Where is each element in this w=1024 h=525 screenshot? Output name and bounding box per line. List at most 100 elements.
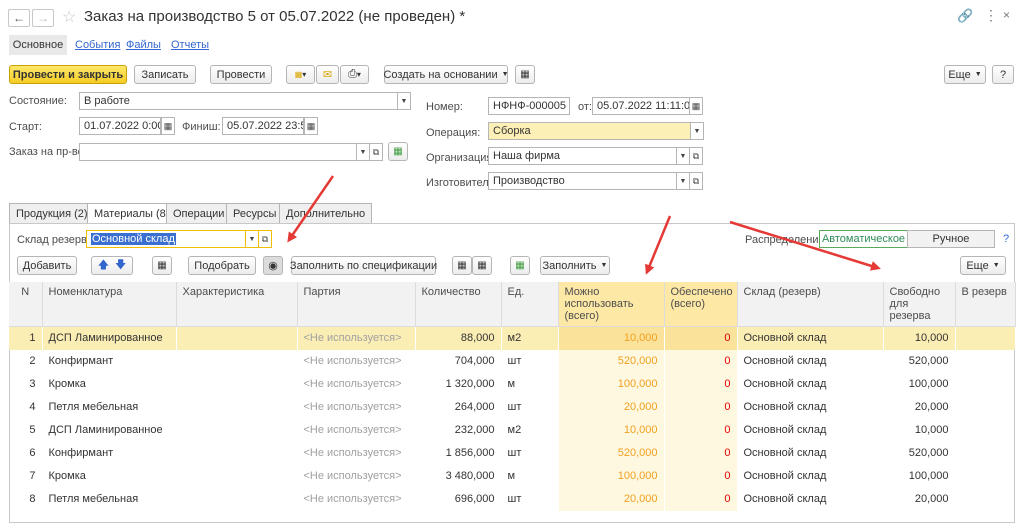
cell-res[interactable] <box>955 350 1015 373</box>
cell-free[interactable]: 100,000 <box>883 465 955 488</box>
cell-free[interactable]: 520,000 <box>883 350 955 373</box>
cell-prov[interactable]: 0 <box>664 326 737 350</box>
table-row[interactable]: 4 Петля мебельная <Не используется> 264,000… <box>9 395 1015 419</box>
cell-wh[interactable]: Основной склад <box>737 326 883 350</box>
dist-manual-toggle[interactable]: Ручное <box>907 230 995 248</box>
table-row[interactable]: 6 Конфирмант <Не используется> 1 856,000 шт 5… <box>9 441 1015 465</box>
cell-item[interactable]: Петля мебельная <box>42 396 176 419</box>
cell-n[interactable]: 6 <box>9 442 42 465</box>
add-button[interactable]: Добавить <box>17 256 77 275</box>
cell-prov[interactable]: 0 <box>664 395 737 419</box>
cell-avail[interactable]: 100,000 <box>558 372 664 396</box>
cell-char[interactable] <box>176 396 297 419</box>
maker-dropdown-icon[interactable]: ▼ <box>676 172 690 190</box>
print-button[interactable]: ⎙ ▾ <box>340 65 369 84</box>
cell-free[interactable]: 520,000 <box>883 442 955 465</box>
forward-button[interactable]: → <box>32 9 54 27</box>
cell-wh[interactable]: Основной склад <box>737 465 883 488</box>
cell-prov[interactable]: 0 <box>664 487 737 511</box>
cell-qty[interactable]: 1 856,000 <box>415 442 501 465</box>
cell-res[interactable] <box>955 488 1015 511</box>
col-free[interactable]: Свободно для резерва <box>883 282 956 327</box>
col-n[interactable]: N <box>9 282 43 327</box>
cell-qty[interactable]: 232,000 <box>415 419 501 442</box>
tab-materials[interactable]: Материалы (8) <box>87 203 177 224</box>
cell-n[interactable]: 1 <box>9 326 42 350</box>
finish-field[interactable]: 05.07.2022 23:59 <box>222 117 304 135</box>
warehouse-field[interactable]: Основной склад <box>86 230 246 248</box>
mail-button[interactable]: ✉ <box>316 65 339 84</box>
cell-avail[interactable]: 10,000 <box>558 418 664 442</box>
operation-field[interactable]: Сборка <box>488 122 691 140</box>
table-row[interactable]: 3 Кромка <Не используется> 1 320,000 м 100,00… <box>9 372 1015 396</box>
cell-qty[interactable]: 88,000 <box>415 326 501 350</box>
link-icon[interactable]: 🔗 <box>957 8 973 24</box>
cell-item[interactable]: Кромка <box>42 465 176 488</box>
cell-batch[interactable]: <Не используется> <box>297 350 415 373</box>
cell-n[interactable]: 3 <box>9 373 42 396</box>
cell-wh[interactable]: Основной склад <box>737 488 883 511</box>
structure-button[interactable]: ▦ <box>515 65 535 84</box>
cell-char[interactable] <box>176 326 297 350</box>
back-button[interactable]: ← <box>8 9 30 27</box>
pick-button[interactable]: Подобрать <box>188 256 256 275</box>
col-avail[interactable]: Можно использовать (всего) <box>558 282 665 327</box>
cell-batch[interactable]: <Не используется> <box>297 488 415 511</box>
cell-batch[interactable]: <Не используется> <box>297 326 415 350</box>
cell-wh[interactable]: Основной склад <box>737 442 883 465</box>
col-batch[interactable]: Партия <box>297 282 416 327</box>
cell-unit[interactable]: м <box>501 465 558 488</box>
cell-free[interactable]: 10,000 <box>883 419 955 442</box>
cell-avail[interactable]: 20,000 <box>558 487 664 511</box>
cell-qty[interactable]: 704,000 <box>415 350 501 373</box>
document-icon-button[interactable]: ▦ ▾ <box>286 65 315 84</box>
help-icon[interactable]: ? <box>1003 233 1009 245</box>
add-order-button[interactable]: ▦ <box>388 142 408 161</box>
state-field[interactable]: В работе <box>79 92 399 110</box>
cell-res[interactable] <box>955 465 1015 488</box>
cell-wh[interactable]: Основной склад <box>737 373 883 396</box>
order-field[interactable] <box>79 143 357 161</box>
cell-item[interactable]: ДСП Ламинированное <box>42 419 176 442</box>
cell-unit[interactable]: шт <box>501 488 558 511</box>
org-field[interactable]: Наша фирма <box>488 147 677 165</box>
cell-char[interactable] <box>176 373 297 396</box>
open-icon[interactable]: ⧉ <box>369 143 383 161</box>
open-icon[interactable]: ⧉ <box>258 230 272 248</box>
cell-wh[interactable]: Основной склад <box>737 419 883 442</box>
post-button[interactable]: Провести <box>210 65 272 84</box>
col-char[interactable]: Характеристика <box>176 282 298 327</box>
create-based-on-button[interactable]: Создать на основании ▼ <box>383 65 509 84</box>
cell-res[interactable] <box>955 442 1015 465</box>
warehouse-dropdown-icon[interactable]: ▼ <box>245 230 259 248</box>
calendar-icon[interactable]: ▦ <box>689 97 703 115</box>
col-reserve[interactable]: В резерв <box>955 282 1016 327</box>
col-provided[interactable]: Обеспечено (всего) <box>664 282 738 327</box>
open-icon[interactable]: ⧉ <box>689 172 703 190</box>
help-button[interactable]: ? <box>992 65 1014 84</box>
cell-free[interactable]: 10,000 <box>883 326 955 350</box>
paste-button[interactable]: ▦ <box>472 256 492 275</box>
maker-field[interactable]: Производство <box>488 172 677 190</box>
col-item[interactable]: Номенклатура <box>42 282 177 327</box>
nav-tab-main[interactable]: Основное <box>9 35 67 55</box>
table-more-button[interactable]: Еще ▼ <box>960 256 1006 275</box>
col-qty[interactable]: Количество <box>415 282 502 327</box>
cell-avail[interactable]: 20,000 <box>558 395 664 419</box>
cell-free[interactable]: 20,000 <box>883 396 955 419</box>
table-row[interactable]: 2 Конфирмант <Не используется> 704,000 шт 520… <box>9 349 1015 373</box>
cell-char[interactable] <box>176 442 297 465</box>
cell-item[interactable]: ДСП Ламинированное <box>42 326 176 350</box>
more-button[interactable]: Еще ▼ <box>944 65 986 84</box>
date-field[interactable]: 05.07.2022 11:11:06 <box>592 97 690 115</box>
order-dropdown-icon[interactable]: ▼ <box>356 143 370 161</box>
org-dropdown-icon[interactable]: ▼ <box>676 147 690 165</box>
cell-unit[interactable]: шт <box>501 350 558 373</box>
cell-n[interactable]: 4 <box>9 396 42 419</box>
cell-avail[interactable]: 520,000 <box>558 349 664 373</box>
cell-char[interactable] <box>176 419 297 442</box>
cell-qty[interactable]: 696,000 <box>415 488 501 511</box>
cell-avail[interactable]: 100,000 <box>558 464 664 488</box>
state-dropdown-icon[interactable]: ▼ <box>397 92 411 110</box>
table-row[interactable]: 7 Кромка <Не используется> 3 480,000 м 100,00… <box>9 464 1015 488</box>
